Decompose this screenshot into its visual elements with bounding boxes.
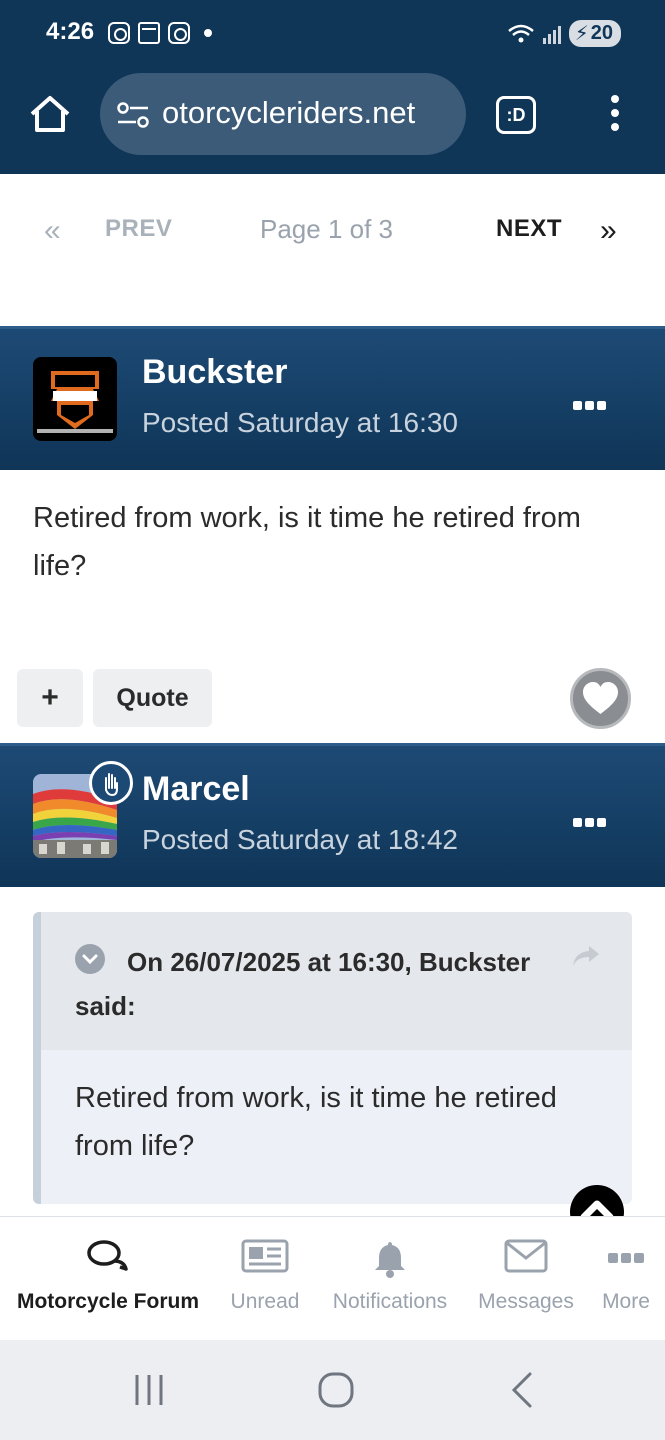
post-content: Retired from work, is it time he retired…	[33, 502, 581, 582]
tab-switcher-button[interactable]: :D	[496, 96, 536, 134]
url-text[interactable]: otorcycleriders.net	[162, 95, 415, 131]
browser-menu-icon[interactable]	[605, 95, 625, 135]
post-author[interactable]: Marcel	[142, 770, 250, 809]
reply-arrow-icon[interactable]	[569, 942, 603, 970]
prev-arrow-icon: «	[44, 214, 61, 247]
notification-icons	[108, 22, 212, 44]
instagram-icon	[108, 22, 130, 44]
bell-icon	[375, 1242, 405, 1278]
status-bar: 4:26 ⚡ 20	[0, 0, 665, 68]
harley-davidson-logo	[33, 357, 117, 441]
nav-motorcycle-forum[interactable]: Motorcycle Forum	[8, 1217, 208, 1341]
like-button[interactable]	[570, 668, 631, 729]
pagination: « PREV Page 1 of 3 NEXT »	[0, 174, 665, 326]
envelope-icon	[504, 1239, 548, 1273]
recent-apps-icon[interactable]	[132, 1373, 166, 1407]
moderator-badge	[89, 761, 133, 805]
back-icon[interactable]	[510, 1372, 534, 1408]
nav-messages[interactable]: Messages	[475, 1217, 577, 1341]
quote-block: On 26/07/2025 at 16:30, Buckster said: R…	[33, 912, 632, 1204]
quote-header[interactable]: On 26/07/2025 at 16:30, Buckster said:	[41, 912, 632, 1050]
next-arrow-icon[interactable]: »	[600, 214, 617, 248]
signal-icon	[542, 24, 561, 44]
more-notifications-dot	[204, 29, 212, 37]
system-navigation-bar	[0, 1340, 665, 1440]
post-author[interactable]: Buckster	[142, 353, 288, 392]
post-timestamp: Posted Saturday at 16:30	[142, 407, 458, 438]
prev-link: PREV	[105, 215, 173, 242]
quote-button[interactable]: Quote	[93, 669, 212, 727]
nav-notifications[interactable]: Notifications	[325, 1217, 455, 1341]
heart-icon	[583, 682, 618, 714]
site-settings-icon[interactable]	[116, 100, 150, 130]
page-indicator[interactable]: Page 1 of 3	[260, 214, 393, 245]
post-header: Buckster Posted Saturday at 16:30	[0, 326, 665, 470]
newspaper-icon	[241, 1239, 289, 1273]
more-dots-icon	[608, 1253, 644, 1263]
charging-icon: ⚡	[574, 23, 589, 45]
quote-citation: On 26/07/2025 at 16:30, Buckster said:	[75, 947, 531, 1021]
calendar-icon	[138, 22, 160, 44]
instagram-icon	[168, 22, 190, 44]
status-time: 4:26	[46, 18, 95, 45]
nav-unread[interactable]: Unread	[220, 1217, 310, 1341]
multiquote-button[interactable]: +	[17, 669, 83, 727]
post-timestamp: Posted Saturday at 18:42	[142, 824, 458, 855]
post-options-icon[interactable]	[573, 818, 606, 827]
wifi-icon	[507, 24, 534, 42]
chat-bubbles-icon	[87, 1240, 128, 1271]
post-header: Marcel Posted Saturday at 18:42	[0, 743, 665, 887]
bottom-navigation: Motorcycle Forum Unread Notifications Me…	[0, 1216, 665, 1340]
nav-more[interactable]: More	[596, 1217, 656, 1341]
post-options-icon[interactable]	[573, 401, 606, 410]
system-indicators: ⚡ 20	[507, 20, 621, 47]
quote-content: Retired from work, is it time he retired…	[75, 1082, 557, 1162]
home-icon[interactable]	[26, 90, 74, 138]
browser-chrome: 4:26 ⚡ 20 otorcycleriders.net:D	[0, 0, 665, 174]
next-link[interactable]: NEXT	[496, 215, 562, 243]
url-bar[interactable]: otorcycleriders.net	[100, 73, 466, 155]
hand-icon	[105, 773, 118, 797]
battery-indicator: ⚡ 20	[568, 20, 621, 47]
avatar[interactable]	[33, 357, 117, 441]
home-nav-icon[interactable]	[318, 1372, 354, 1408]
